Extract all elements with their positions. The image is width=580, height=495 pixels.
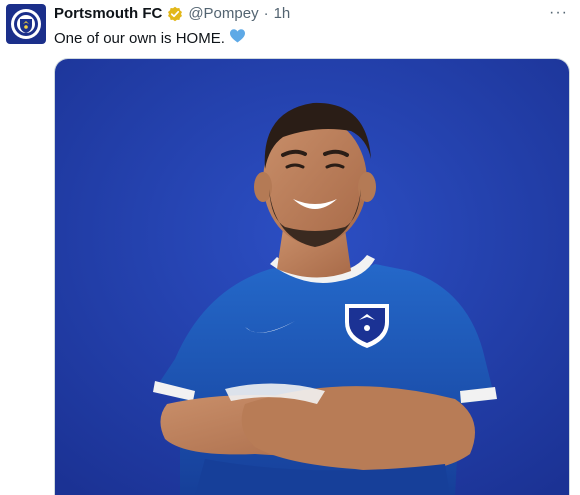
tweet-header: Portsmouth FC @Pompey · 1h [54,5,290,22]
tweet-text: One of our own is HOME. [54,28,246,48]
blue-heart-icon [229,28,246,48]
club-crest-icon [11,9,41,39]
account-handle[interactable]: @Pompey [188,5,258,22]
more-options-icon[interactable]: ··· [549,4,568,22]
verified-badge-icon[interactable] [167,6,183,22]
separator-dot: · [263,5,269,22]
tweet-body: One of our own is HOME. [54,29,225,47]
player-photo [55,59,569,495]
tweet-photo[interactable] [54,58,570,495]
avatar[interactable] [6,4,46,44]
account-name[interactable]: Portsmouth FC [54,5,162,22]
tweet-timestamp[interactable]: 1h [274,5,291,22]
